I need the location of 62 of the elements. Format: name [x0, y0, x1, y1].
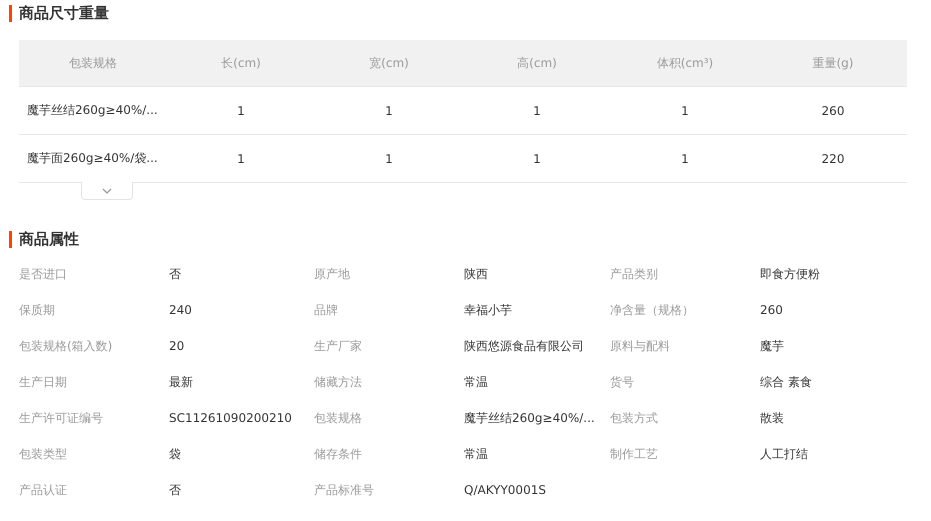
attribute-value: 常温	[464, 446, 489, 462]
expand-button[interactable]	[81, 182, 133, 200]
attribute-value: 否	[169, 266, 182, 282]
column-header: 长(cm)	[220, 54, 262, 72]
attribute-value: SC11261090200210	[169, 411, 293, 425]
table-cell-text: 220	[820, 152, 846, 166]
attribute-value: 即食方便粉	[760, 266, 821, 282]
attribute-label: 产品类别	[610, 266, 659, 282]
attribute-label: 储藏方法	[314, 374, 363, 390]
attribute-value: 否	[169, 482, 182, 498]
attribute-value: 240	[169, 303, 193, 317]
column-header: 包装规格	[68, 54, 118, 72]
table-cell-text: 1	[680, 152, 690, 166]
column-header: 重量(g)	[812, 54, 854, 72]
attribute-label: 原产地	[314, 266, 351, 282]
section-title: 商品尺寸重量	[9, 5, 907, 22]
attribute-label: 包装规格	[314, 410, 363, 426]
table-cell-text: 1	[236, 152, 246, 166]
attribute-value: 幸福小芋	[464, 302, 513, 318]
attribute-label: 是否进口	[19, 266, 68, 282]
attribute-label: 包装类型	[19, 446, 68, 462]
attribute-value: 常温	[464, 374, 489, 390]
attribute-label: 净含量（规格）	[610, 302, 695, 318]
attribute-value: 袋	[169, 446, 182, 462]
attribute-label: 生产厂家	[314, 338, 363, 354]
attribute-label: 制作工艺	[610, 446, 659, 462]
table-cell-text: 1	[532, 104, 542, 118]
table-cell-text: 260	[820, 104, 846, 118]
attribute-value: 陕西悠源食品有限公司	[464, 338, 585, 354]
attribute-label: 产品认证	[19, 482, 68, 498]
table-cell-text: 魔芋丝结260g≥40%/...	[26, 102, 159, 119]
attribute-label: 货号	[610, 374, 635, 390]
column-header: 宽(cm)	[368, 54, 410, 72]
attribute-label: 包装规格(箱入数)	[19, 338, 114, 354]
attribute-label: 原料与配料	[610, 338, 671, 354]
table-cell-text: 1	[236, 104, 246, 118]
attribute-value: 魔芋丝结260g≥40%/...	[464, 410, 596, 426]
attribute-label: 生产许可证编号	[19, 410, 104, 426]
attribute-label: 品牌	[314, 302, 339, 318]
attribute-value: 人工打结	[760, 446, 809, 462]
attribute-value: 综合 素食	[760, 374, 813, 390]
table-cell-text: 1	[384, 152, 394, 166]
attribute-label: 包装方式	[610, 410, 659, 426]
attribute-value: Q/AKYY0001S	[464, 483, 547, 497]
section-title: 商品属性	[9, 231, 907, 248]
attribute-value: 散装	[760, 410, 785, 426]
attribute-label: 生产日期	[19, 374, 68, 390]
column-header: 体积(cm³)	[656, 54, 714, 72]
table-cell-text: 魔芋面260g≥40%/袋...	[26, 150, 159, 167]
table-cell-text: 1	[384, 104, 394, 118]
table-cell-text: 1	[532, 152, 542, 166]
attribute-label: 产品标准号	[314, 482, 375, 498]
attribute-label: 储存条件	[314, 446, 363, 462]
attribute-value: 20	[169, 339, 186, 353]
table-cell-text: 1	[680, 104, 690, 118]
column-header: 高(cm)	[516, 54, 558, 72]
attribute-value: 260	[760, 303, 784, 317]
attribute-value: 魔芋	[760, 338, 785, 354]
attribute-label: 保质期	[19, 302, 56, 318]
attribute-value: 陕西	[464, 266, 489, 282]
attribute-value: 最新	[169, 374, 194, 390]
chevron-down-icon	[102, 188, 112, 194]
